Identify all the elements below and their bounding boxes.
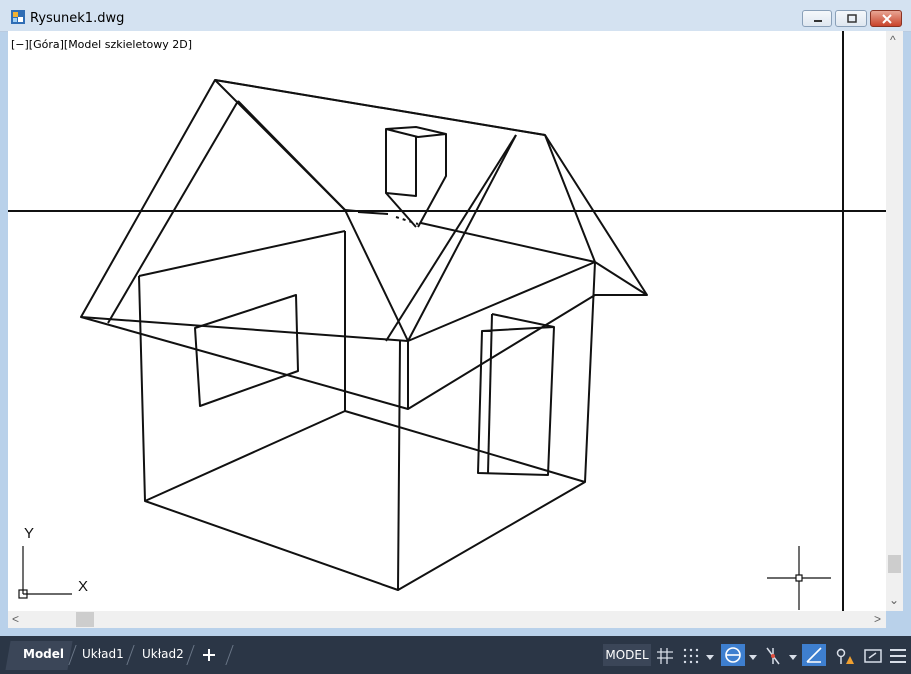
scroll-right-icon[interactable]: > bbox=[874, 612, 881, 626]
minimize-button[interactable] bbox=[802, 10, 832, 27]
window-frame-bottom bbox=[0, 628, 911, 636]
tab-separator bbox=[186, 645, 195, 665]
polar-dropdown-icon[interactable] bbox=[788, 652, 798, 662]
fullscreen-icon[interactable] bbox=[864, 647, 882, 665]
ucs-y-label: Y bbox=[24, 525, 35, 542]
chimney bbox=[385, 126, 447, 138]
snap-icon[interactable] bbox=[682, 647, 700, 665]
ucs-icon bbox=[18, 546, 72, 599]
snap-dropdown-icon[interactable] bbox=[705, 652, 715, 662]
window-title: Rysunek1.dwg bbox=[30, 11, 125, 26]
ortho-icon bbox=[725, 647, 741, 663]
annotation-icon[interactable] bbox=[834, 646, 854, 666]
osnap-button[interactable] bbox=[802, 644, 826, 666]
model-space-button[interactable]: MODEL bbox=[603, 644, 651, 666]
ortho-button[interactable] bbox=[721, 644, 745, 666]
wall-right bbox=[397, 261, 596, 591]
window bbox=[194, 294, 299, 407]
tab-separator bbox=[126, 645, 135, 665]
tab-separator bbox=[225, 645, 234, 665]
house-wireframe[interactable] bbox=[8, 31, 886, 611]
plus-icon[interactable] bbox=[202, 648, 216, 662]
polar-icon[interactable] bbox=[763, 646, 783, 666]
tab-uklad2[interactable]: Układ2 bbox=[142, 647, 184, 661]
close-button[interactable] bbox=[870, 10, 902, 27]
roof-outline bbox=[80, 79, 648, 410]
ortho-dropdown-icon[interactable] bbox=[748, 652, 758, 662]
scroll-down-icon[interactable]: ⌄ bbox=[889, 593, 899, 607]
status-bar: Model Układ1 Układ2 MODEL bbox=[0, 636, 911, 674]
drawing-window: Rysunek1.dwg [−][Góra][Model szkieletowy… bbox=[0, 0, 911, 636]
title-bar[interactable]: Rysunek1.dwg bbox=[0, 0, 911, 32]
cursor-pickbox bbox=[767, 546, 831, 610]
horizontal-scroll-thumb[interactable] bbox=[76, 612, 94, 627]
menu-icon[interactable] bbox=[889, 647, 907, 665]
scroll-left-icon[interactable]: < bbox=[12, 612, 19, 626]
grid-icon[interactable] bbox=[656, 647, 674, 665]
ucs-x-label: X bbox=[78, 578, 89, 595]
horizontal-scrollbar[interactable]: < > bbox=[8, 611, 886, 628]
osnap-icon bbox=[806, 647, 822, 663]
close-icon bbox=[882, 14, 892, 24]
scroll-up-icon[interactable]: ^ bbox=[890, 33, 896, 47]
wall-left bbox=[138, 275, 401, 591]
restore-button[interactable] bbox=[835, 10, 867, 27]
restore-icon bbox=[847, 14, 857, 23]
drawing-viewport[interactable]: [−][Góra][Model szkieletowy 2D] Y X bbox=[8, 31, 886, 611]
autocad-file-icon bbox=[11, 10, 25, 24]
tab-uklad1[interactable]: Układ1 bbox=[82, 647, 124, 661]
vertical-scroll-thumb[interactable] bbox=[888, 555, 901, 573]
minimize-icon bbox=[814, 20, 822, 22]
tab-model[interactable]: Model bbox=[23, 647, 64, 661]
vertical-scrollbar[interactable]: ^ ⌄ bbox=[886, 31, 903, 611]
